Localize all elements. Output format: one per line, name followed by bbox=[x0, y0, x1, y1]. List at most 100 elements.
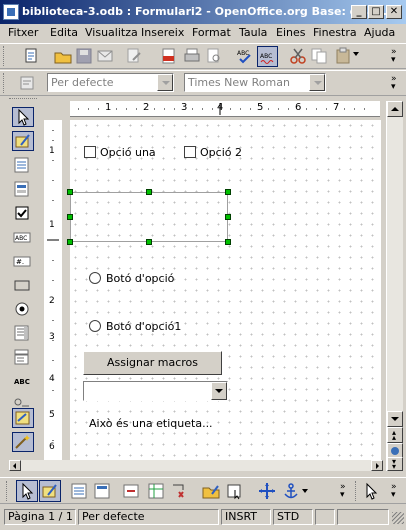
select-mode-button[interactable] bbox=[16, 480, 38, 502]
checkbox-option-one[interactable] bbox=[84, 146, 96, 158]
title-bar[interactable]: biblioteca-3.odb : Formulari2 - OpenOffi… bbox=[0, 0, 406, 24]
resize-handle-w[interactable] bbox=[67, 214, 73, 220]
push-button-control-button[interactable] bbox=[12, 276, 34, 296]
toolbar-overflow-icon[interactable]: » ▾ bbox=[391, 483, 399, 500]
menu-eines[interactable]: Eines bbox=[276, 26, 305, 39]
combo-dropdown-button[interactable] bbox=[211, 382, 227, 400]
activation-order-icon[interactable] bbox=[170, 482, 188, 500]
resize-handle-s[interactable] bbox=[146, 239, 152, 245]
menu-fitxer[interactable]: Fitxer bbox=[8, 26, 38, 39]
edit-file-icon[interactable] bbox=[125, 47, 143, 65]
control-properties-icon[interactable] bbox=[70, 482, 88, 500]
vertical-toolbar-grip[interactable] bbox=[9, 98, 37, 101]
menu-finestra[interactable]: Finestra bbox=[313, 26, 357, 39]
design-mode-button[interactable] bbox=[12, 131, 34, 151]
email-icon[interactable] bbox=[96, 47, 114, 65]
minimize-button[interactable]: _ bbox=[351, 5, 367, 19]
toolbar-overflow-icon[interactable]: » ▾ bbox=[391, 75, 399, 92]
chevron-down-icon[interactable] bbox=[157, 74, 173, 91]
print-icon[interactable] bbox=[183, 47, 201, 65]
vertical-scrollbar[interactable]: ▴ ▴ ▾ ▾ bbox=[386, 101, 403, 471]
menu-format[interactable]: Format bbox=[192, 26, 231, 39]
menu-taula[interactable]: Taula bbox=[239, 26, 267, 39]
resize-grip[interactable] bbox=[392, 512, 404, 524]
menu-visualitza[interactable]: Visualitza bbox=[85, 26, 138, 39]
resize-handle-nw[interactable] bbox=[67, 189, 73, 195]
anchor-dropdown-icon[interactable] bbox=[302, 489, 308, 493]
form-design-button[interactable] bbox=[12, 408, 34, 428]
print-preview-icon[interactable] bbox=[205, 47, 223, 65]
new-document-icon[interactable] bbox=[22, 47, 40, 65]
open-design-mode-icon[interactable] bbox=[202, 482, 220, 500]
selected-control-frame[interactable] bbox=[70, 192, 228, 242]
option-button-control-button[interactable] bbox=[12, 300, 34, 320]
status-selection-mode[interactable]: STD bbox=[273, 509, 313, 525]
select-button[interactable] bbox=[12, 107, 34, 127]
next-page-button[interactable]: ▾ ▾ bbox=[387, 457, 403, 471]
add-field-icon[interactable] bbox=[147, 482, 165, 500]
autospellcheck-button[interactable]: ABC bbox=[257, 46, 278, 67]
resize-handle-n[interactable] bbox=[146, 189, 152, 195]
scroll-right-button[interactable] bbox=[371, 460, 383, 471]
export-pdf-icon[interactable] bbox=[160, 47, 178, 65]
menu-insereix[interactable]: Insereix bbox=[141, 26, 184, 39]
open-folder-icon[interactable] bbox=[54, 47, 72, 65]
design-mode-toggle[interactable] bbox=[39, 480, 61, 502]
toolbar-grip[interactable] bbox=[355, 481, 358, 501]
horizontal-scrollbar[interactable] bbox=[9, 460, 386, 471]
cut-icon[interactable] bbox=[289, 47, 307, 65]
spellcheck-icon[interactable]: ABC bbox=[236, 47, 254, 65]
checkbox-control-button[interactable] bbox=[12, 204, 34, 224]
list-box-button[interactable] bbox=[12, 324, 34, 344]
formatted-field-button[interactable]: #. bbox=[12, 252, 34, 272]
radio-option-one[interactable] bbox=[89, 272, 101, 284]
menu-ajuda[interactable]: Ajuda bbox=[364, 26, 395, 39]
toolbar-grip[interactable] bbox=[3, 46, 6, 66]
checkbox-option-two[interactable] bbox=[184, 146, 196, 158]
resize-handle-e[interactable] bbox=[225, 214, 231, 220]
form-properties-button[interactable] bbox=[12, 180, 34, 200]
form-properties-icon[interactable] bbox=[93, 482, 111, 500]
maximize-button[interactable]: □ bbox=[368, 5, 384, 19]
toolbar-overflow-icon[interactable]: » ▾ bbox=[340, 483, 348, 500]
menu-edita[interactable]: Edita bbox=[50, 26, 78, 39]
form-page[interactable] bbox=[70, 120, 381, 460]
tab-order-icon[interactable] bbox=[122, 482, 140, 500]
close-button[interactable]: ✕ bbox=[386, 5, 402, 19]
scroll-down-button[interactable] bbox=[387, 411, 403, 427]
copy-icon[interactable] bbox=[310, 47, 328, 65]
position-size-icon[interactable] bbox=[258, 482, 276, 500]
status-insert-mode[interactable]: INSRT bbox=[221, 509, 271, 525]
toolbar-grip[interactable] bbox=[3, 73, 6, 93]
text-box-button[interactable]: ABC bbox=[12, 228, 34, 248]
resize-handle-ne[interactable] bbox=[225, 189, 231, 195]
styles-formatting-icon[interactable] bbox=[18, 74, 36, 92]
font-name-combo[interactable]: Times New Roman bbox=[184, 73, 326, 92]
hscroll-track[interactable] bbox=[21, 460, 371, 471]
scroll-left-button[interactable] bbox=[9, 460, 21, 471]
form-combo-box[interactable] bbox=[83, 381, 228, 401]
automatic-control-focus-icon[interactable] bbox=[226, 482, 244, 500]
scroll-track[interactable] bbox=[387, 117, 403, 417]
label-field-button[interactable]: ABC bbox=[12, 372, 34, 392]
combo-box-button[interactable] bbox=[12, 348, 34, 368]
resize-handle-sw[interactable] bbox=[67, 239, 73, 245]
resize-handle-se[interactable] bbox=[225, 239, 231, 245]
save-icon[interactable] bbox=[75, 47, 93, 65]
toolbar-grip[interactable] bbox=[6, 481, 9, 501]
chevron-down-icon[interactable] bbox=[309, 74, 325, 91]
anchor-icon[interactable] bbox=[282, 482, 300, 500]
vertical-ruler[interactable]: 1 1 2 3 4 5 6 bbox=[44, 120, 62, 460]
previous-page-button[interactable]: ▴ ▴ bbox=[387, 427, 403, 443]
paste-icon[interactable] bbox=[334, 47, 352, 65]
status-page[interactable]: Pàgina 1 / 1 bbox=[4, 509, 76, 525]
wizards-button[interactable] bbox=[12, 432, 34, 452]
toolbar-overflow-icon[interactable]: » ▾ bbox=[391, 48, 399, 65]
select-tool-icon[interactable] bbox=[362, 482, 380, 500]
paragraph-style-combo[interactable]: Per defecte bbox=[47, 73, 174, 92]
scroll-up-button[interactable] bbox=[387, 101, 403, 117]
radio-option-two[interactable] bbox=[89, 320, 101, 332]
horizontal-ruler[interactable]: 1 2 3 4 5 6 7 bbox=[70, 101, 380, 117]
assign-macros-button[interactable]: Assignar macros bbox=[83, 351, 222, 375]
status-page-style[interactable]: Per defecte bbox=[78, 509, 219, 525]
